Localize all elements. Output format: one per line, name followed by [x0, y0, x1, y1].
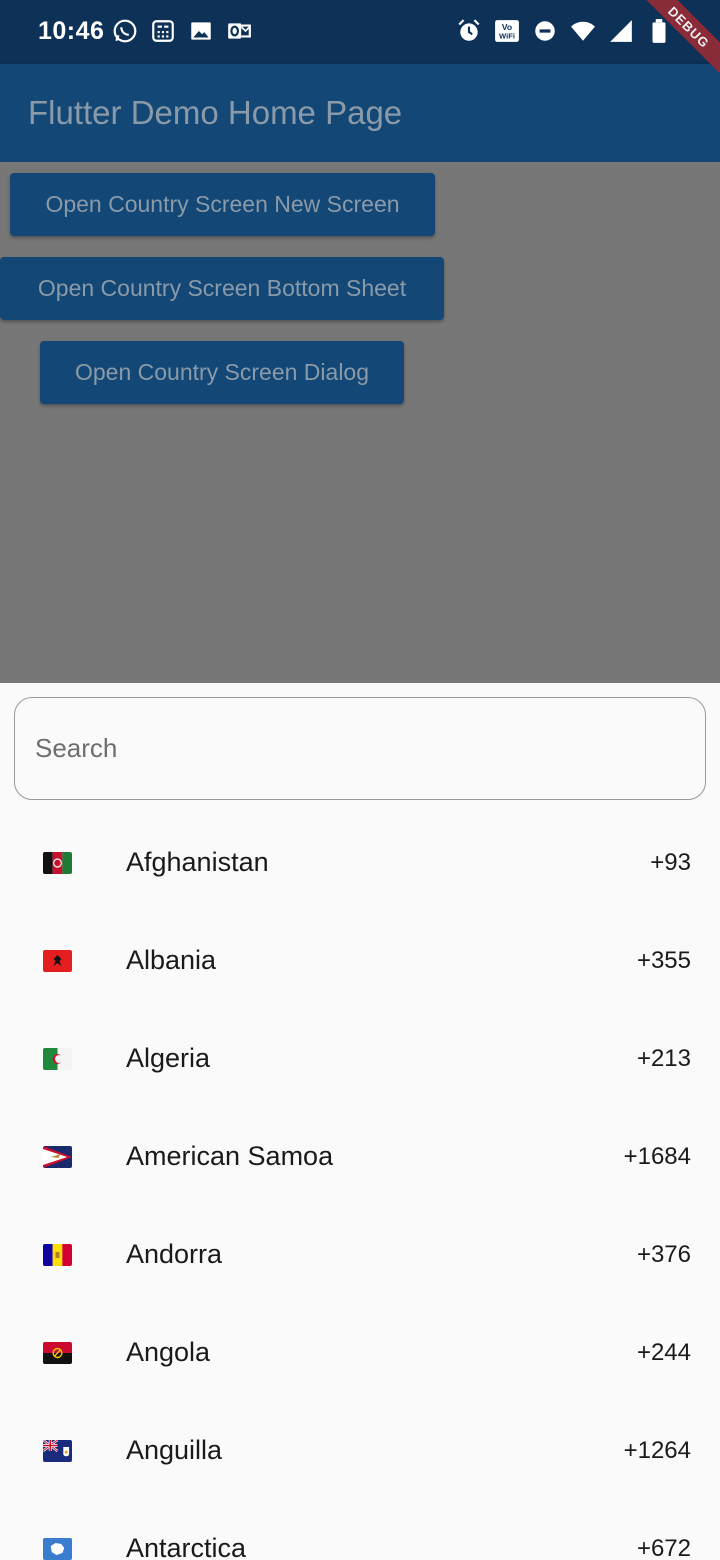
- american-samoa-flag-icon: [43, 1146, 72, 1168]
- country-name: Angola: [126, 1337, 211, 1367]
- country-list-item[interactable]: Algeria +213: [0, 1010, 720, 1108]
- system-icons: Vo WiFi: [456, 18, 672, 44]
- open-country-new-screen-button[interactable]: Open Country Screen New Screen: [10, 173, 435, 236]
- alarm-icon: [458, 19, 480, 41]
- country-list-item[interactable]: Anguilla +1264: [0, 1402, 720, 1500]
- algeria-flag-icon: [43, 1048, 72, 1070]
- country-name: Antarctica: [126, 1533, 247, 1560]
- status-time: 10:46: [38, 17, 105, 45]
- country-dial-code: +1684: [623, 1143, 691, 1170]
- do-not-disturb-icon: [535, 21, 555, 41]
- country-list-item[interactable]: American Samoa +1684: [0, 1108, 720, 1206]
- notification-icons: [112, 18, 252, 44]
- country-name: Albania: [126, 945, 217, 975]
- wifi-icon: [571, 21, 595, 41]
- country-list-item[interactable]: Andorra +376: [0, 1206, 720, 1304]
- status-bar: 10:46 Vo WiFi: [0, 0, 720, 64]
- country-dial-code: +355: [636, 947, 691, 974]
- page-title: Flutter Demo Home Page: [28, 94, 403, 131]
- country-list-item[interactable]: Afghanistan +93: [0, 814, 720, 912]
- open-country-bottom-sheet-button[interactable]: Open Country Screen Bottom Sheet: [0, 257, 444, 320]
- albania-flag-icon: [43, 950, 72, 972]
- country-dial-code: +1264: [623, 1437, 691, 1464]
- country-bottom-sheet: Afghanistan +93 Albania +355 Algeria +21…: [0, 683, 720, 1560]
- image-icon: [191, 22, 211, 40]
- home-body-scrim[interactable]: Open Country Screen New Screen Open Coun…: [0, 162, 720, 683]
- outlook-icon: [228, 23, 251, 39]
- country-name: Andorra: [126, 1239, 223, 1269]
- open-country-dialog-button[interactable]: Open Country Screen Dialog: [40, 341, 404, 404]
- country-name: Anguilla: [126, 1435, 223, 1465]
- country-dial-code: +672: [636, 1535, 691, 1560]
- anguilla-flag-icon: [43, 1440, 72, 1462]
- country-list-item[interactable]: Albania +355: [0, 912, 720, 1010]
- afghanistan-flag-icon: [43, 852, 72, 874]
- angola-flag-icon: [43, 1342, 72, 1364]
- whatsapp-icon: [113, 19, 137, 43]
- country-dial-code: +213: [636, 1045, 691, 1072]
- svg-text:Vo: Vo: [502, 22, 512, 32]
- country-dial-code: +93: [650, 849, 691, 876]
- country-list-item[interactable]: Antarctica +672: [0, 1500, 720, 1560]
- country-name: American Samoa: [126, 1141, 334, 1171]
- svg-text:WiFi: WiFi: [499, 32, 515, 41]
- country-dial-code: +376: [636, 1241, 691, 1268]
- calculator-icon: [152, 20, 174, 42]
- volte-wifi-icon: Vo WiFi: [495, 20, 519, 42]
- country-name: Afghanistan: [126, 847, 269, 877]
- antarctica-flag-icon: [43, 1538, 72, 1560]
- country-name: Algeria: [126, 1043, 211, 1073]
- cell-signal-icon: [610, 20, 632, 42]
- country-list[interactable]: Afghanistan +93 Albania +355 Algeria +21…: [0, 814, 720, 1560]
- search-input[interactable]: [35, 728, 675, 768]
- app-bar: Flutter Demo Home Page: [0, 64, 720, 162]
- country-dial-code: +244: [636, 1339, 691, 1366]
- country-list-item[interactable]: Angola +244: [0, 1304, 720, 1402]
- search-box[interactable]: [14, 697, 706, 800]
- andorra-flag-icon: [43, 1244, 72, 1266]
